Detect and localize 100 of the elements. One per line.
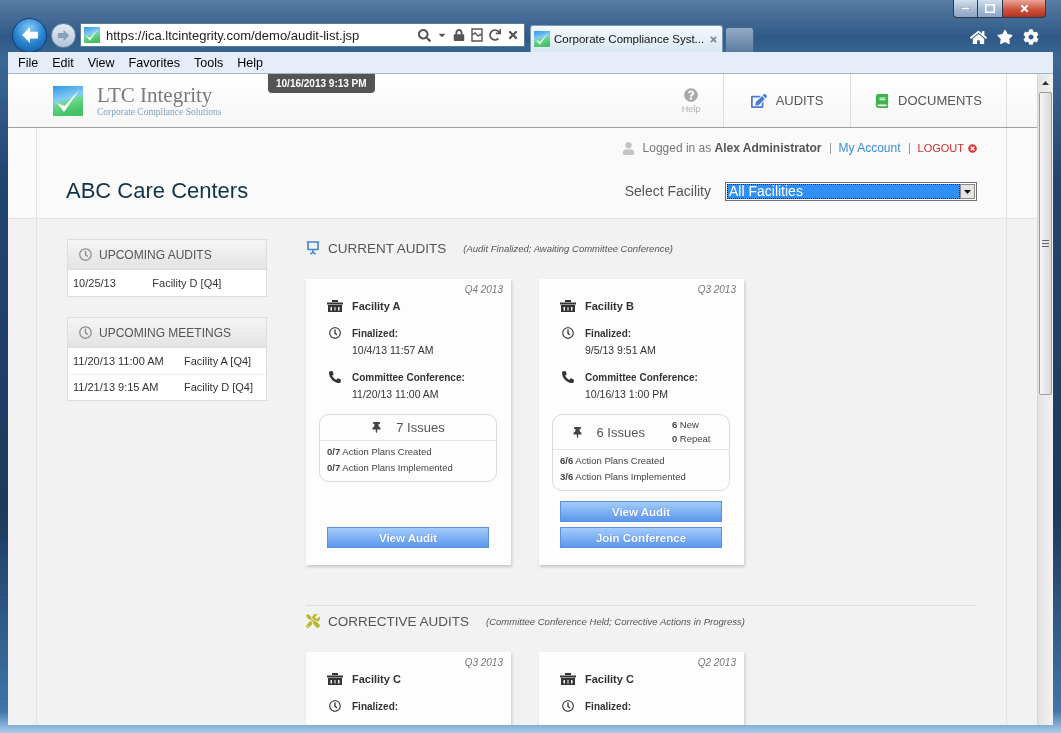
close-button[interactable] — [1002, 0, 1046, 18]
field-value: 10/4/13 11:57 AM — [352, 343, 434, 358]
clock-icon — [329, 700, 341, 712]
field-label: Finalized: — [352, 327, 400, 341]
minimize-button[interactable] — [953, 0, 978, 18]
new-tab-button[interactable] — [725, 27, 754, 52]
logout-link[interactable]: LOGOUT — [917, 142, 977, 154]
checkmark-logo-icon — [534, 31, 550, 47]
facility-cell-text: Facility D [Q4] — [151, 276, 223, 291]
field-label: Committee Conference: — [585, 371, 698, 385]
address-bar[interactable]: https://ica.ltcintegrity.com/demo/audit-list.jsp — [80, 23, 525, 47]
edit-icon — [750, 92, 767, 109]
close-icon — [1018, 3, 1030, 14]
search-icon[interactable] — [418, 28, 431, 42]
facility-name: Facility C — [585, 673, 634, 685]
minimize-icon — [961, 7, 970, 10]
section-subtitle: (Committee Conference Held; Corrective Actions in Progress) — [486, 615, 745, 627]
field-value: 9/5/13 9:51 AM — [585, 343, 656, 358]
facility-name: Facility B — [585, 300, 634, 312]
building-icon — [327, 673, 343, 685]
field-label: Finalized: — [352, 700, 399, 714]
menu-item[interactable]: Help — [237, 55, 263, 70]
menu-item[interactable]: Edit — [52, 55, 74, 70]
refresh-icon[interactable] — [489, 29, 501, 41]
issues-count: 7 Issues — [396, 420, 445, 435]
logo-title: LTC Integrity — [97, 83, 213, 106]
facility-name: Facility A — [352, 300, 401, 312]
building-icon — [560, 300, 576, 312]
maximize-icon — [985, 4, 995, 13]
panel-title: UPCOMING AUDITS — [99, 247, 212, 262]
facility-cell: Facility D [Q4] — [178, 374, 266, 400]
section-title: CURRENT AUDITS — [328, 240, 447, 256]
field-label: Finalized: — [585, 327, 633, 341]
logo-subtitle: Corporate Compliance Solutions — [97, 106, 222, 118]
date-cell: 11/21/13 9:15 AM — [68, 374, 179, 400]
action-plan-text: 0/7 Action Plans Created — [327, 445, 433, 459]
page-title: ABC Care Centers — [66, 178, 249, 204]
menu-item[interactable]: File — [18, 55, 39, 70]
facility-name: Facility C — [352, 673, 401, 685]
quarter-label: Q3 2013 — [464, 657, 503, 669]
browser-tab[interactable]: Corporate Compliance Syst... — [530, 25, 723, 52]
action-plan-text: 3/6 Action Plans Implemented — [560, 470, 687, 484]
issue-breakdown-text: 0 Repeat — [671, 432, 711, 446]
back-button[interactable] — [12, 17, 47, 53]
date-cell-text: 10/25/13 — [72, 276, 117, 291]
clock-icon — [562, 327, 574, 339]
forward-button[interactable] — [51, 22, 76, 48]
account-link[interactable]: My Account — [838, 141, 901, 155]
presentation-icon — [306, 241, 320, 255]
pushpin-icon — [371, 422, 383, 433]
page-icon[interactable] — [471, 28, 483, 42]
action-plan-text: 0/7 Action Plans Implemented — [327, 461, 454, 475]
menu-item[interactable]: Favorites — [128, 55, 180, 70]
quarter-label: Q2 2013 — [697, 657, 736, 669]
star-icon[interactable] — [997, 29, 1013, 45]
issues-count: 6 Issues — [596, 424, 645, 440]
arrow-right-icon — [57, 28, 70, 42]
quarter-label: Q4 2013 — [464, 284, 503, 296]
menu-item[interactable]: View — [87, 55, 115, 70]
arrow-left-icon — [20, 26, 39, 44]
field-value: 10/16/13 1:00 PM — [585, 387, 669, 402]
maximize-button[interactable] — [977, 0, 1003, 18]
field-value: 11/20/13 11:00 AM — [352, 387, 440, 402]
issue-breakdown-text: 6 New — [671, 418, 700, 432]
user-icon — [621, 141, 635, 155]
clock-icon — [562, 700, 574, 712]
grip-icon — [1042, 240, 1049, 247]
settings-icon[interactable] — [1023, 29, 1039, 45]
up-arrow-icon — [1042, 80, 1049, 85]
pushpin-icon — [571, 426, 583, 438]
section-subtitle: (Audit Finalized; Awaiting Committee Conference) — [463, 242, 673, 254]
building-icon — [327, 300, 343, 312]
menu-item[interactable]: Tools — [194, 55, 224, 70]
book-icon — [875, 93, 890, 108]
help-icon — [684, 87, 698, 102]
timestamp-tooltip: 10/16/2013 9:13 PM — [268, 74, 375, 93]
phone-icon — [329, 371, 341, 383]
date-cell: 11/20/13 11:00 AM — [68, 348, 179, 374]
building-icon — [560, 673, 576, 685]
section-title: CORRECTIVE AUDITS — [328, 613, 470, 629]
scrollbar-thumb[interactable] — [1039, 92, 1052, 395]
close-icon[interactable] — [709, 34, 718, 44]
clock-icon — [79, 326, 92, 339]
select-label: Select Facility — [624, 183, 711, 199]
field-label: Finalized: — [585, 700, 632, 714]
facility-cell: Facility A [Q4] — [178, 348, 266, 374]
action-plan-text: 6/6 Action Plans Created — [560, 454, 666, 468]
checkmark-logo-icon — [53, 85, 83, 116]
panel-title: UPCOMING MEETINGS — [99, 325, 231, 340]
field-label: Committee Conference: — [352, 371, 465, 385]
phone-icon — [562, 371, 574, 383]
nav-item[interactable]: AUDITS — [723, 74, 850, 127]
home-icon[interactable] — [970, 28, 987, 46]
quarter-label: Q3 2013 — [697, 284, 736, 296]
stop-icon[interactable] — [507, 29, 519, 41]
clock-icon — [329, 327, 341, 339]
login-status-text: Logged in as Alex Administrator — [642, 141, 822, 155]
clock-icon — [79, 248, 92, 261]
nav-item[interactable]: DOCUMENTS — [850, 74, 1007, 127]
lock-icon[interactable] — [453, 29, 465, 41]
